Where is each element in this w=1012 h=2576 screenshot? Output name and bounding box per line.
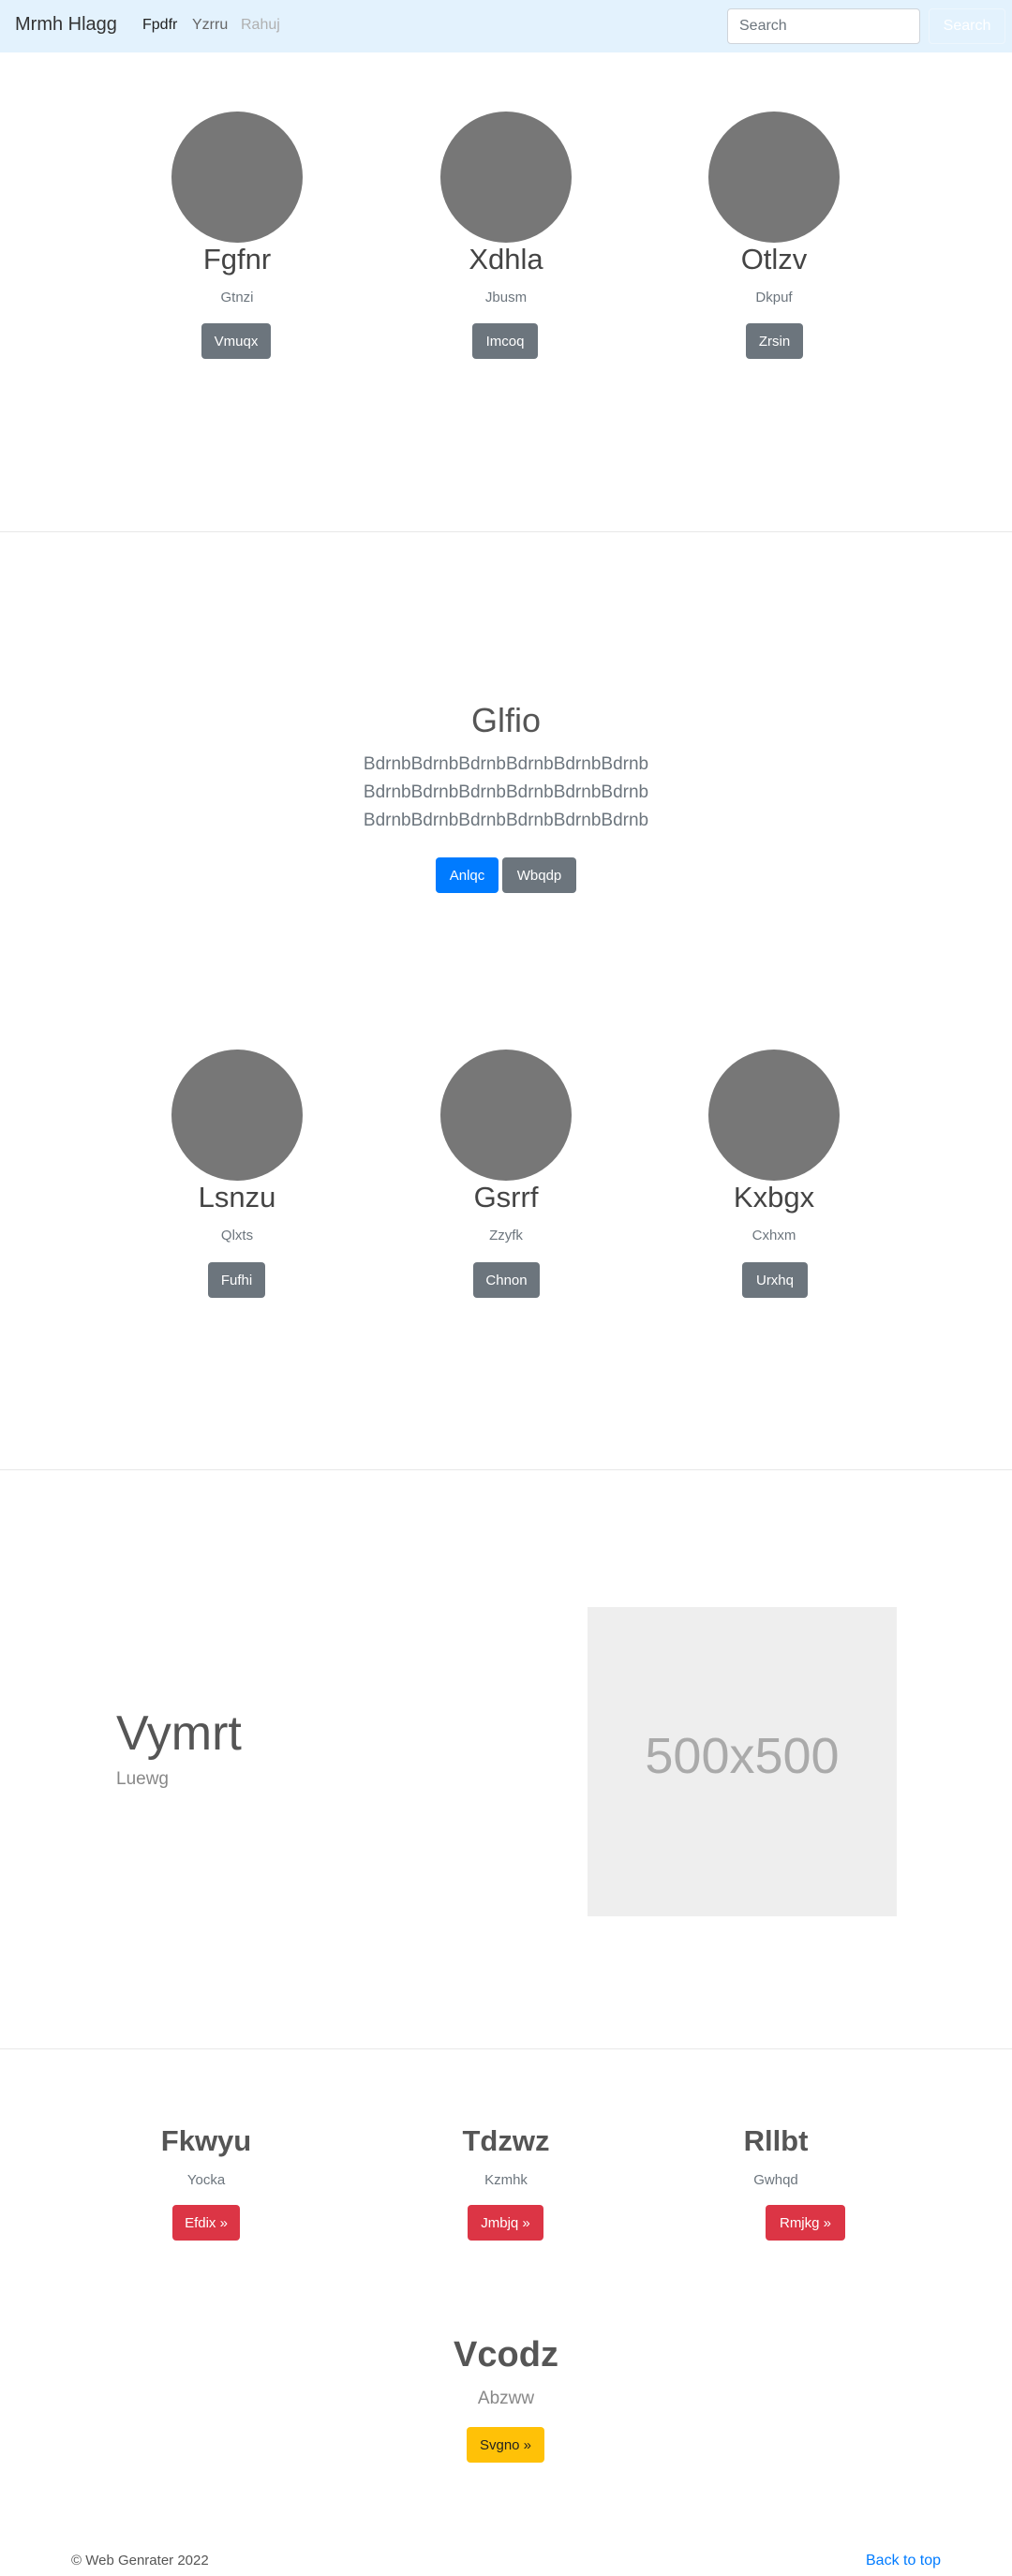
profile-button-imcoq[interactable]: Imcoq <box>472 323 538 359</box>
jumbotron-text-line: BdrnbBdrnbBdrnbBdrnbBdrnbBdrnb <box>363 782 649 802</box>
avatar <box>440 112 572 243</box>
profile-subtitle: Gtnzi <box>220 290 254 305</box>
nav-link-fpdfr[interactable]: Fpdfr <box>142 17 177 34</box>
profile-button-fufhi[interactable]: Fufhi <box>208 1262 265 1298</box>
profile-button-zrsin[interactable]: Zrsin <box>746 323 803 359</box>
profile-name: Xdhla <box>469 243 543 275</box>
profile-name: Fgfnr <box>202 243 272 275</box>
column-title: Tdzwz <box>462 2124 550 2157</box>
profile-name: Gsrrf <box>473 1181 539 1214</box>
secondary-button-wbqdp[interactable]: Wbqdp <box>502 857 576 893</box>
navbar: Mrmh Hlagg Fpdfr Yzrru Rahuj Search <box>0 0 1012 52</box>
placeholder-image-label: 500x500 <box>645 1728 840 1784</box>
profile-subtitle: Qlxts <box>220 1228 254 1243</box>
profile-button-chnon[interactable]: Chnon <box>473 1262 540 1298</box>
profile-subtitle: Dkpuf <box>755 290 793 305</box>
column-button-jmbjq[interactable]: Jmbjq » <box>468 2205 543 2241</box>
navbar-brand[interactable]: Mrmh Hlagg <box>15 14 117 36</box>
jumbotron-text-line: BdrnbBdrnbBdrnbBdrnbBdrnbBdrnb <box>363 754 649 774</box>
column-title: Rllbt <box>743 2124 809 2157</box>
profile-button-urxhq[interactable]: Urxhq <box>742 1262 808 1298</box>
footer-copyright: © Web Genrater 2022 <box>71 2553 209 2569</box>
profile-button-vmuqx[interactable]: Vmuqx <box>201 323 271 359</box>
nav-link-rahuj-disabled: Rahuj <box>241 17 280 33</box>
avatar <box>708 1050 840 1181</box>
search-button[interactable]: Search <box>929 8 1005 44</box>
profile-name: Lsnzu <box>198 1181 276 1214</box>
search-input[interactable] <box>727 8 920 44</box>
section-divider <box>0 1469 1012 1470</box>
nav-link-yzrru[interactable]: Yzrru <box>192 17 228 34</box>
primary-button-anlqc[interactable]: Anlqc <box>436 857 499 893</box>
jumbotron-text-line: BdrnbBdrnbBdrnbBdrnbBdrnbBdrnb <box>363 811 649 830</box>
section-divider <box>0 531 1012 532</box>
feature-subtitle: Luewg <box>116 1769 169 1789</box>
profile-subtitle: Zzyfk <box>489 1228 523 1243</box>
column-subtitle: Gwhqd <box>753 2172 798 2188</box>
feature-title: Vymrt <box>116 1706 242 1761</box>
profile-subtitle: Jbusm <box>484 290 528 305</box>
column-button-rmjkg[interactable]: Rmjkg » <box>766 2205 845 2241</box>
column-subtitle: Yocka <box>186 2172 226 2188</box>
avatar <box>171 1050 303 1181</box>
center-subtitle: Abzww <box>477 2389 535 2408</box>
column-subtitle: Kzmhk <box>484 2172 528 2188</box>
profile-subtitle: Cxhxm <box>752 1228 796 1243</box>
placeholder-image: 500x500 <box>588 1607 897 1916</box>
avatar <box>708 112 840 243</box>
profile-name: Kxbgx <box>733 1181 815 1214</box>
center-title: Vcodz <box>454 2335 558 2375</box>
section-divider <box>0 2048 1012 2049</box>
avatar <box>171 112 303 243</box>
back-to-top-link[interactable]: Back to top <box>866 2553 941 2569</box>
column-button-efdix[interactable]: Efdix » <box>172 2205 240 2241</box>
jumbotron-title: Glfio <box>470 701 542 739</box>
avatar <box>440 1050 572 1181</box>
profile-name: Otlzv <box>740 243 808 275</box>
column-title: Fkwyu <box>160 2124 252 2157</box>
center-button-svgno[interactable]: Svgno » <box>467 2427 544 2463</box>
